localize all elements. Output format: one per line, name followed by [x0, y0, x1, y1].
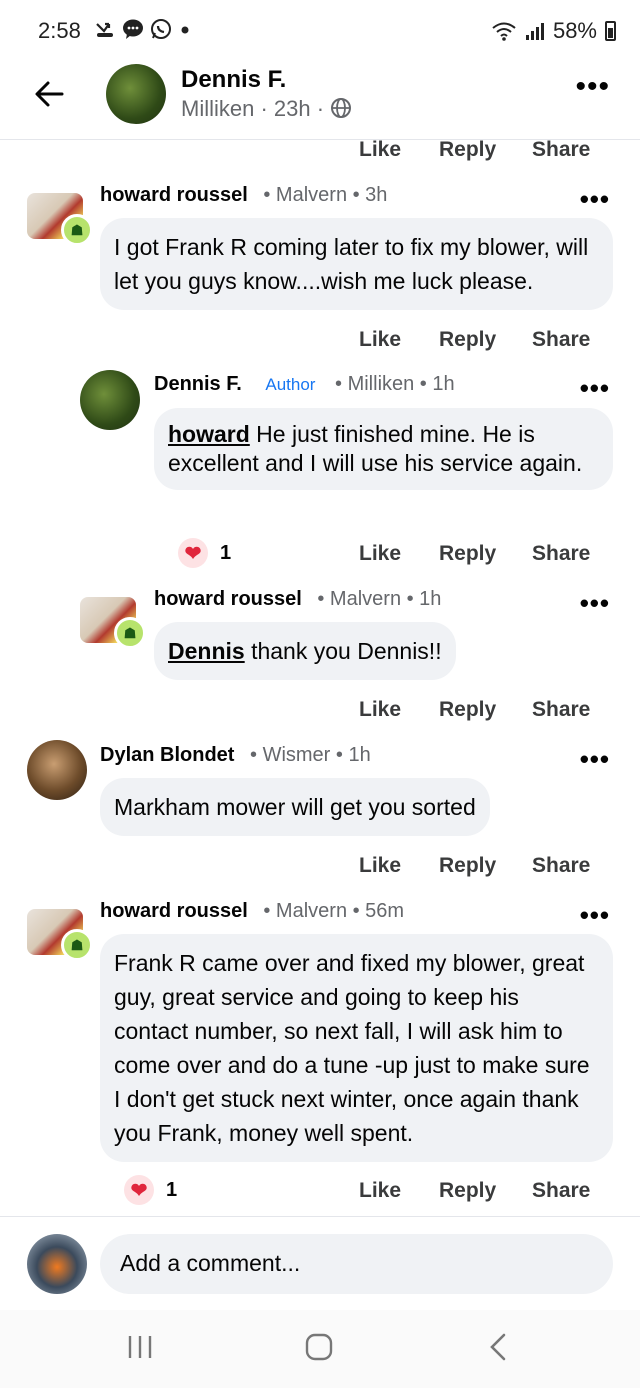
comment-text: Markham mower will get you sorted [114, 794, 476, 820]
commenter-name[interactable]: Dennis F. [154, 373, 242, 395]
status-bar: 2:58 58% [0, 0, 640, 62]
comment-actions: Like Reply Share [0, 853, 640, 879]
comment-actions: Like Reply Share [0, 541, 640, 567]
avatar[interactable] [27, 740, 87, 800]
comment-actions: Like Reply Share [0, 697, 640, 723]
like-button[interactable]: Like [359, 542, 401, 566]
comment-text: thank you Dennis!! [244, 638, 442, 664]
author-label: Author [265, 375, 316, 394]
like-button[interactable]: Like [359, 328, 401, 352]
mention-link[interactable]: howard [168, 421, 250, 447]
reply-button[interactable]: Reply [439, 854, 496, 878]
reply-button[interactable]: Reply [439, 698, 496, 722]
commenter-name[interactable]: howard roussel [100, 900, 248, 922]
comment-meta: Dennis F. Author • Milliken • 1h [154, 373, 455, 396]
comment-bubble: I got Frank R coming later to fix my blo… [100, 218, 613, 310]
home-icon[interactable] [304, 1332, 334, 1362]
globe-icon [331, 98, 352, 118]
more-options-icon[interactable]: ••• [575, 70, 610, 104]
messenger-icon [123, 19, 143, 39]
share-button[interactable]: Share [532, 698, 590, 722]
reply-button[interactable]: Reply [439, 328, 496, 352]
like-button[interactable]: Like [359, 1179, 401, 1203]
comment-input[interactable]: Add a comment... [100, 1234, 613, 1294]
share-button[interactable]: Share [532, 328, 590, 352]
recent-apps-icon[interactable] [126, 1332, 154, 1362]
comment-location-time: • Malvern • 1h [317, 588, 442, 610]
comment-more-icon[interactable]: ••• [580, 744, 610, 775]
author-avatar[interactable] [106, 64, 166, 124]
like-button[interactable]: Like [359, 698, 401, 722]
dot-icon [181, 26, 189, 34]
share-button[interactable]: Share [532, 138, 590, 162]
back-nav-icon[interactable] [486, 1332, 510, 1362]
comment-meta: howard roussel • Malvern • 56m [100, 900, 404, 923]
comment-actions: Like Reply Share [0, 327, 640, 353]
comment-bubble: howard He just finished mine. He is exce… [154, 408, 613, 490]
divider [0, 1216, 640, 1217]
rising-contributor-badge-icon: ☗ [61, 214, 93, 246]
comment-meta: howard roussel • Malvern • 1h [154, 588, 441, 611]
post-location-time: Milliken · 23h · [181, 96, 325, 121]
comment-meta: howard roussel • Malvern • 3h [100, 184, 387, 207]
comment-more-icon[interactable]: ••• [580, 184, 610, 215]
comment-location-time: • Milliken • 1h [335, 373, 455, 395]
comment-bubble: Markham mower will get you sorted [100, 778, 490, 836]
status-time: 2:58 [38, 18, 81, 43]
share-button[interactable]: Share [532, 542, 590, 566]
reply-button[interactable]: Reply [439, 138, 496, 162]
whatsapp-icon [151, 19, 171, 39]
rising-contributor-badge-icon: ☗ [114, 617, 146, 649]
battery-percent: 58% [552, 18, 597, 43]
post-header: Dennis F. Milliken · 23h · ••• [0, 62, 640, 140]
current-user-avatar [27, 1234, 87, 1294]
signal-icon [525, 23, 544, 40]
share-button[interactable]: Share [532, 1179, 590, 1203]
comment-location-time: • Malvern • 56m [263, 900, 405, 922]
author-name[interactable]: Dennis F. [181, 66, 286, 94]
like-button[interactable]: Like [359, 854, 401, 878]
comment-text: I got Frank R coming later to fix my blo… [114, 234, 589, 294]
battery-icon [605, 21, 616, 41]
missed-call-icon [96, 22, 113, 37]
commenter-name[interactable]: howard roussel [100, 184, 248, 206]
system-nav-bar [0, 1310, 640, 1388]
post-meta: Milliken · 23h · [181, 96, 352, 122]
comment-bubble: Dennis thank you Dennis!! [154, 622, 456, 680]
avatar[interactable] [80, 370, 140, 430]
post-actions: Like Reply Share [0, 137, 640, 163]
notification-icons [94, 18, 192, 40]
comment-actions: Like Reply Share [0, 1178, 640, 1204]
rising-contributor-badge-icon: ☗ [61, 929, 93, 961]
commenter-name[interactable]: howard roussel [154, 588, 302, 610]
reply-button[interactable]: Reply [439, 542, 496, 566]
status-right: 58% [491, 18, 616, 44]
comment-more-icon[interactable]: ••• [580, 900, 610, 931]
commenter-name[interactable]: Dylan Blondet [100, 744, 234, 766]
comment-location-time: • Wismer • 1h [250, 744, 371, 766]
comment-input-placeholder: Add a comment... [120, 1250, 301, 1276]
comment-bubble: Frank R came over and fixed my blower, g… [100, 934, 613, 1162]
comment-meta: Dylan Blondet • Wismer • 1h [100, 744, 371, 767]
wifi-icon [492, 22, 516, 41]
reply-button[interactable]: Reply [439, 1179, 496, 1203]
back-arrow-icon[interactable] [32, 76, 68, 112]
share-button[interactable]: Share [532, 854, 590, 878]
comment-location-time: • Malvern • 3h [263, 184, 388, 206]
like-button[interactable]: Like [359, 138, 401, 162]
comment-more-icon[interactable]: ••• [580, 588, 610, 619]
comment-more-icon[interactable]: ••• [580, 373, 610, 404]
mention-link[interactable]: Dennis [168, 638, 245, 664]
comment-text: Frank R came over and fixed my blower, g… [114, 950, 590, 1146]
